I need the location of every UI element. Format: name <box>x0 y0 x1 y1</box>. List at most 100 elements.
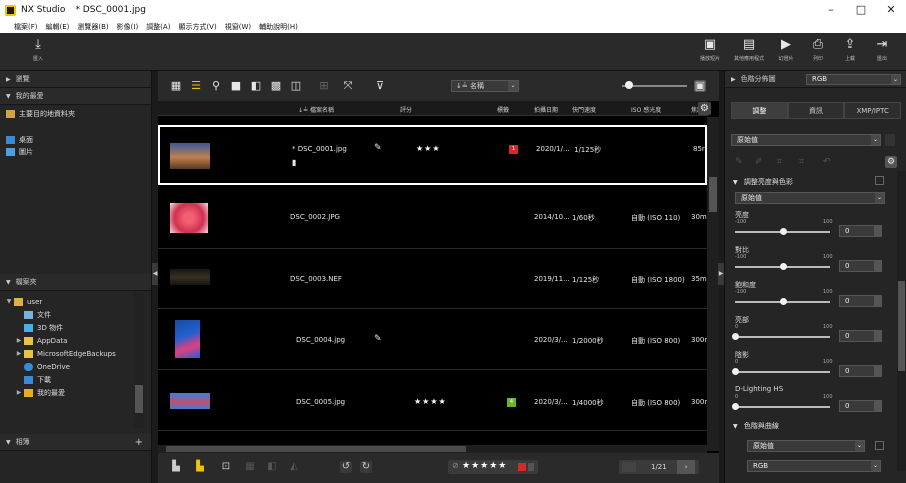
tree-item-3d-objects[interactable]: 3D 物件 <box>0 321 134 334</box>
label-menu-icon[interactable] <box>528 463 534 471</box>
rating-stars[interactable]: ★★★ <box>416 144 441 153</box>
slider-value-input[interactable]: 0 <box>839 365 875 377</box>
bottom-rating-stars[interactable]: ★★★★★ <box>462 461 507 471</box>
trash-icon[interactable]: ⊘ <box>452 461 459 470</box>
add-album-button[interactable]: + <box>135 437 143 448</box>
table-row[interactable]: DSC_0003.NEF 2019/11... 1/125秒 自動 (ISO 1… <box>158 249 707 309</box>
other-apps-button[interactable]: ▤ 其他應用程式 <box>730 37 768 62</box>
menu-view[interactable]: 顯示方式(V) <box>178 22 216 32</box>
menu-image[interactable]: 影像(I) <box>117 22 139 32</box>
favorite-item-pictures[interactable]: 圖片 <box>0 146 151 158</box>
slider-track[interactable] <box>735 406 830 408</box>
export-button[interactable]: ⇥ 匯出 <box>863 37 901 62</box>
map-view-icon[interactable]: ⚲ <box>210 80 222 92</box>
sort-dropdown[interactable]: ↓≟ 名稱 ⌄ <box>451 80 519 92</box>
tab-info[interactable]: 資訊 <box>787 102 845 119</box>
compare-view-icon[interactable]: ▩ <box>270 80 282 92</box>
table-row[interactable]: DSC_0002.JPG 2014/10... 1/60秒 自動 (ISO 11… <box>158 189 707 249</box>
col-date[interactable]: 拍攝日期 <box>534 105 558 114</box>
thumbnail-grid-icon[interactable]: ▦ <box>170 80 182 92</box>
curves-channel-select[interactable]: RGB ⌄ <box>747 460 881 472</box>
favorites-section-header[interactable]: ▼ 我的最愛 <box>0 88 151 105</box>
rotate-right-icon[interactable]: ↻ <box>360 461 372 473</box>
menu-file[interactable]: 檔案(F) <box>14 22 38 32</box>
minimize-button[interactable]: – <box>816 0 846 20</box>
scrollbar-thumb[interactable] <box>135 385 143 413</box>
folder-tree-scrollbar[interactable] <box>134 293 144 428</box>
tree-item-edge-backups[interactable]: ▶ MicrosoftEdgeBackups <box>0 347 134 360</box>
slider-spin-button[interactable] <box>875 260 882 272</box>
full-screen-icon[interactable]: ▣ <box>694 80 706 92</box>
curves-toggle[interactable] <box>875 441 884 450</box>
col-rating[interactable]: 評分 <box>400 105 412 114</box>
menu-adjust[interactable]: 調整(A) <box>146 22 170 32</box>
slider-knob[interactable] <box>732 333 739 340</box>
slider-spin-button[interactable] <box>875 365 882 377</box>
slider-knob[interactable] <box>779 298 787 305</box>
rating-bar[interactable]: ⊘ ★★★★★ <box>448 460 538 474</box>
rating-filter-icon[interactable]: ▙ <box>194 461 206 473</box>
menu-window[interactable]: 視窗(W) <box>225 22 251 32</box>
straighten-icon[interactable]: ⌗ <box>799 157 804 167</box>
right-panel-scrollbar[interactable] <box>897 171 906 471</box>
slider-knob[interactable] <box>732 368 739 375</box>
thumbnail-image[interactable] <box>175 320 200 358</box>
chevron-right-icon[interactable]: ▶ <box>14 389 24 396</box>
table-row[interactable]: DSC_0005.jpg ★★★★ 4 2020/3/... 1/4000秒 自… <box>158 371 707 431</box>
curves-preset-select[interactable]: 原始值 ⌄ <box>747 440 865 452</box>
chevron-down-icon[interactable]: ▼ <box>4 298 14 305</box>
tree-item-onedrive[interactable]: OneDrive <box>0 360 134 373</box>
play-movie-button[interactable]: ▣ 播放短片 <box>691 37 729 62</box>
label-filter-icon[interactable]: ▙ <box>170 461 182 473</box>
group-icon[interactable]: ⊞ <box>318 80 330 92</box>
menu-help[interactable]: 輔助說明(H) <box>259 22 298 32</box>
thumbnail-image[interactable] <box>170 203 208 233</box>
exif-icon[interactable]: ⊡ <box>220 461 232 473</box>
thumbnail-image[interactable] <box>170 269 210 285</box>
brightness-section-toggle[interactable] <box>875 176 884 185</box>
slider-value-input[interactable]: 0 <box>839 330 875 342</box>
zoom-slider-knob[interactable] <box>625 81 633 89</box>
next-page-button[interactable]: › <box>677 460 695 474</box>
tab-adjust[interactable]: 調整 <box>731 102 788 119</box>
side-by-side-view-icon[interactable]: ◫ <box>290 80 302 92</box>
slider-spin-button[interactable] <box>875 295 882 307</box>
slider-track[interactable] <box>735 371 830 373</box>
folders-section-header[interactable]: ▼ 檔案夾 <box>0 274 151 291</box>
prev-page-button[interactable] <box>622 462 636 472</box>
col-label[interactable]: 標籤 <box>497 105 509 114</box>
thumbnail-image[interactable] <box>170 393 210 409</box>
chevron-right-icon[interactable]: ▶ <box>14 337 24 344</box>
col-iso[interactable]: ISO 感光度 <box>631 105 661 114</box>
menu-edit[interactable]: 編輯(E) <box>46 22 70 32</box>
slider-knob[interactable] <box>779 263 787 270</box>
fit-icon[interactable]: ⤧ <box>342 80 354 92</box>
brightness-section-header[interactable]: ▼ 調整亮度與色彩 <box>733 177 793 187</box>
close-button[interactable]: ✕ <box>876 0 906 20</box>
red-label-icon[interactable] <box>518 463 526 471</box>
slider-value-input[interactable]: 0 <box>839 295 875 307</box>
menu-browser[interactable]: 瀏覽器(B) <box>77 22 108 32</box>
col-filename[interactable]: ↓≟ 檔案名稱 <box>298 105 334 114</box>
compare-icon[interactable]: ◧ <box>266 461 278 473</box>
favorite-item-desktop[interactable]: 桌面 <box>0 134 151 146</box>
chevron-right-icon[interactable]: ▶ <box>14 350 24 357</box>
browse-section-header[interactable]: ▶ 瀏覽 <box>0 71 151 88</box>
slider-spin-button[interactable] <box>875 400 882 412</box>
grid-icon[interactable]: ▦ <box>244 461 256 473</box>
settings-gear-icon[interactable]: ⚙ <box>885 156 897 168</box>
slider-value-input[interactable]: 0 <box>839 225 875 237</box>
favorite-item-main-folder[interactable]: 主要目的地資料夾 <box>0 108 151 120</box>
thumbnail-image[interactable] <box>170 143 210 169</box>
retouch-icon[interactable]: ✐ <box>755 157 763 167</box>
filmstrip-view-icon[interactable]: ◧ <box>250 80 262 92</box>
col-shutter[interactable]: 快門速度 <box>572 105 596 114</box>
curves-section-header[interactable]: ▼ 色階與曲線 <box>733 421 779 431</box>
list-horizontal-scrollbar[interactable] <box>158 445 707 453</box>
slider-value-input[interactable]: 0 <box>839 400 875 412</box>
tree-item-appdata[interactable]: ▶ AppData <box>0 334 134 347</box>
albums-section-header[interactable]: ▼ 相簿 + <box>0 434 151 451</box>
single-view-icon[interactable]: ■ <box>230 80 242 92</box>
slider-value-input[interactable]: 0 <box>839 260 875 272</box>
rotate-left-icon[interactable]: ↺ <box>340 461 352 473</box>
